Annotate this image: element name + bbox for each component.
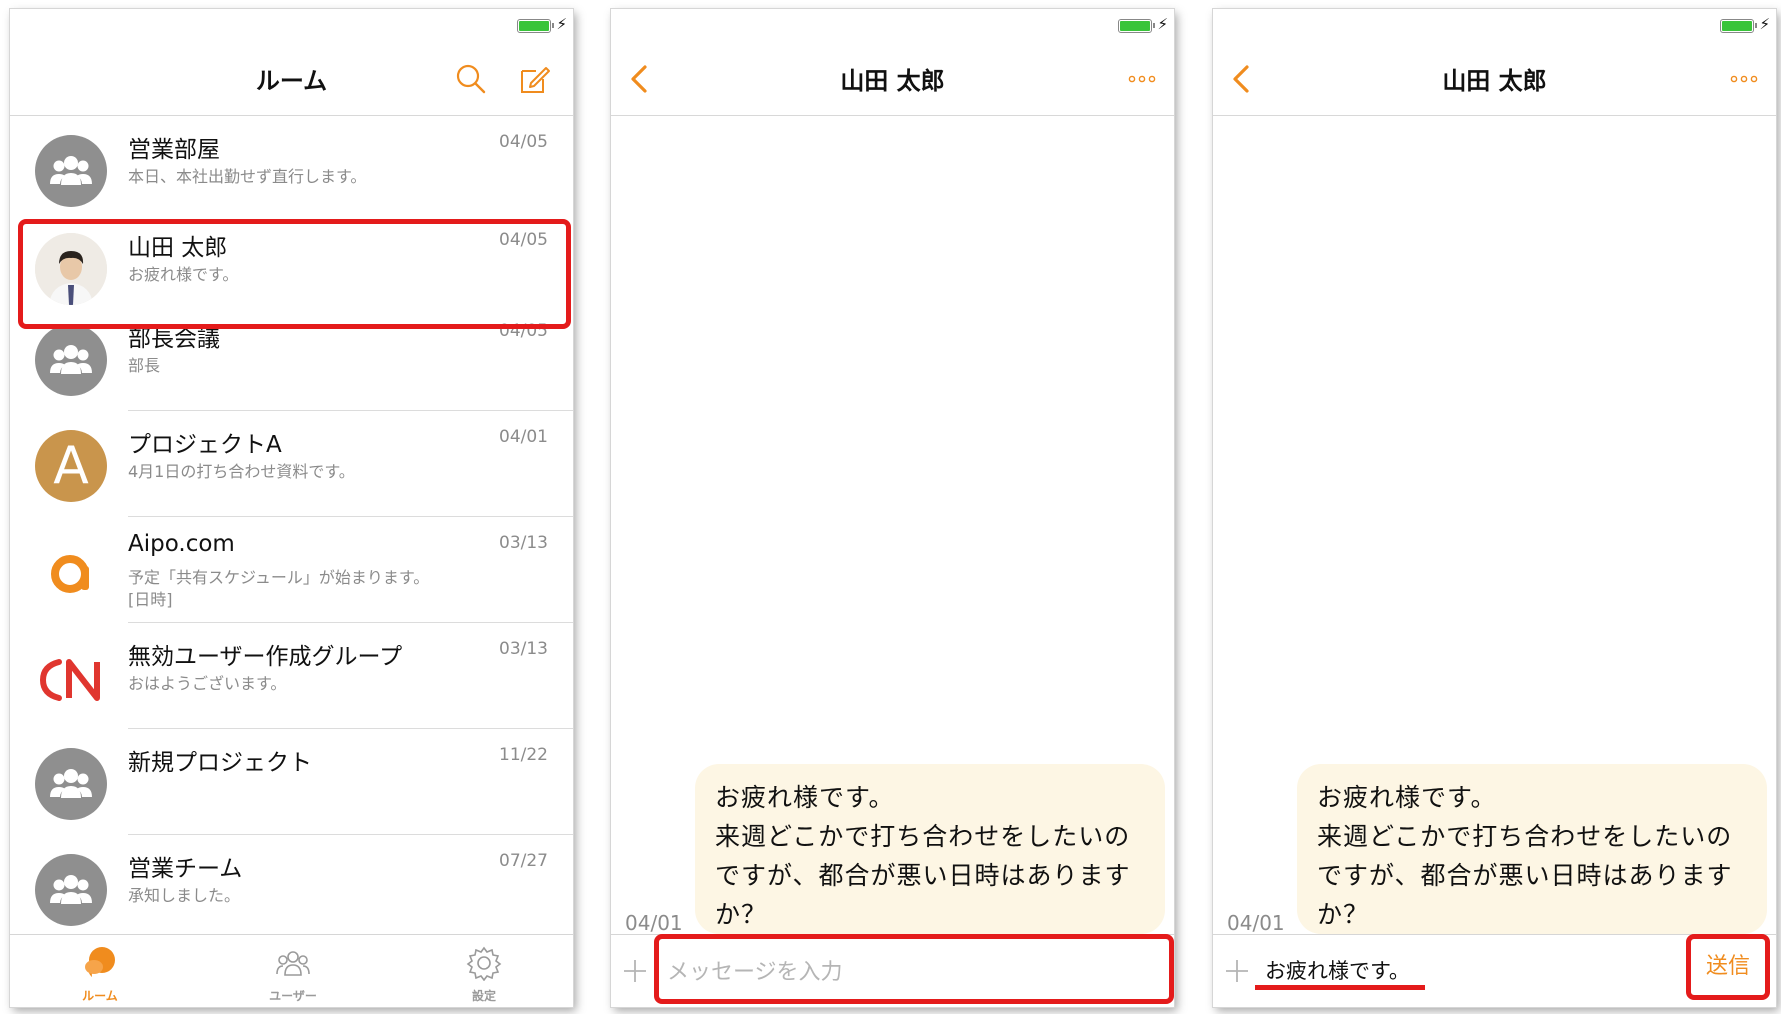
room-name: 営業チーム	[128, 856, 243, 882]
group-logo-icon	[35, 642, 107, 714]
room-preview: 予定「共有スケジュール」が始まります。 [日時]	[128, 568, 430, 609]
room-item-aipo[interactable]: Aipo.com 予定「共有スケジュール」が始まります。 [日時] 03/13	[10, 517, 573, 623]
group-icon	[35, 324, 107, 396]
users-icon	[276, 951, 310, 976]
message-line: お疲れ様です。	[715, 783, 895, 812]
chat-screen-empty: ⚡ 山田 太郎 お疲れ様です。 来週どこかで打ち合わせをしたいの ですが、都合が…	[611, 9, 1174, 1007]
nav-bar: 山田 太郎	[611, 41, 1174, 116]
message-line: か？	[1317, 900, 1370, 929]
room-name: プロジェクトA	[128, 432, 282, 458]
nav-bar: ルーム	[10, 41, 573, 116]
page-title: ルーム	[255, 67, 328, 95]
more-options-icon[interactable]	[1124, 69, 1160, 89]
message-area: お疲れ様です。 来週どこかで打ち合わせをしたいの ですが、都合が悪い日時はありま…	[611, 116, 1174, 935]
message-line: ですが、都合が悪い日時はあります	[1317, 861, 1733, 890]
send-button[interactable]: 送信	[1686, 934, 1770, 1000]
group-icon	[35, 748, 107, 820]
room-date: 04/01	[499, 427, 548, 447]
page-title: 山田 太郎	[840, 67, 945, 95]
selected-room-highlight	[18, 219, 571, 329]
room-preview: 承知しました。	[128, 886, 241, 905]
tab-bar: ルーム ユーザー 設定	[10, 934, 573, 1007]
tab-label: 設定	[471, 989, 496, 1003]
room-preview: 本日、本社出勤せず直行します。	[128, 167, 367, 186]
battery-icon	[1118, 19, 1155, 33]
room-item-project-a[interactable]: A プロジェクトA 4月1日の打ち合わせ資料です。 04/01	[10, 411, 573, 517]
input-underline-highlight	[1255, 985, 1425, 990]
compose-icon[interactable]	[519, 63, 551, 95]
message-area: お疲れ様です。 来週どこかで打ち合わせをしたいの ですが、都合が悪い日時はありま…	[1213, 116, 1776, 935]
room-name: Aipo.com	[128, 531, 235, 557]
charging-icon: ⚡	[1759, 15, 1770, 33]
input-highlight	[654, 934, 1174, 1004]
input-bar: お疲れ様です。 送信	[1213, 934, 1776, 1007]
room-date: 03/13	[499, 639, 548, 659]
room-date: 11/22	[499, 745, 548, 765]
message-line: 来週どこかで打ち合わせをしたいの	[1317, 822, 1733, 851]
tab-rooms[interactable]: ルーム	[40, 935, 160, 1007]
message-date: 04/01	[625, 911, 683, 935]
charging-icon: ⚡	[1157, 15, 1168, 33]
message-bubble: お疲れ様です。 来週どこかで打ち合わせをしたいの ですが、都合が悪い日時はありま…	[695, 764, 1165, 934]
status-bar: ⚡	[611, 9, 1174, 41]
page-title: 山田 太郎	[1442, 67, 1547, 95]
message-input[interactable]: お疲れ様です。	[1265, 955, 1410, 985]
room-preview: おはようございます。	[128, 674, 287, 693]
more-options-icon[interactable]	[1726, 69, 1762, 89]
tab-label: ユーザー	[269, 989, 317, 1003]
room-item-mukou-group[interactable]: 無効ユーザー作成グループ おはようございます。 03/13	[10, 623, 573, 729]
message-bubble: お疲れ様です。 来週どこかで打ち合わせをしたいの ですが、都合が悪い日時はありま…	[1297, 764, 1767, 934]
gear-icon	[466, 946, 502, 981]
charging-icon: ⚡	[556, 15, 567, 33]
group-icon	[35, 854, 107, 926]
room-preview: 部長	[128, 356, 161, 375]
room-preview: 4月1日の打ち合わせ資料です。	[128, 462, 355, 481]
letter-avatar: A	[35, 430, 107, 502]
room-list-screen: ⚡ ルーム 営業部屋 本日、本社出勤せず直行します。 04/05 山田 太郎 お…	[10, 9, 573, 1007]
tab-settings[interactable]: 設定	[424, 935, 544, 1007]
room-date: 04/05	[499, 132, 548, 152]
input-bar	[611, 934, 1174, 1007]
status-bar: ⚡	[1213, 9, 1776, 41]
message-line: お疲れ様です。	[1317, 783, 1497, 812]
room-item-eigyo-heya[interactable]: 営業部屋 本日、本社出勤せず直行します。 04/05	[10, 116, 573, 222]
room-date: 03/13	[499, 533, 548, 553]
room-name: 新規プロジェクト	[128, 750, 312, 776]
battery-icon	[1720, 19, 1757, 33]
chat-bubble-icon	[85, 947, 115, 977]
tab-label: ルーム	[82, 989, 118, 1003]
plus-icon[interactable]	[621, 957, 649, 985]
room-name: 無効ユーザー作成グループ	[128, 644, 403, 670]
status-bar: ⚡	[10, 9, 573, 41]
plus-icon[interactable]	[1223, 957, 1251, 985]
message-line: ですが、都合が悪い日時はあります	[715, 861, 1131, 890]
message-line: か？	[715, 900, 768, 929]
battery-icon	[517, 19, 554, 33]
search-icon[interactable]	[455, 63, 487, 95]
room-item-shinki-project[interactable]: 新規プロジェクト 11/22	[10, 729, 573, 835]
aipo-logo-icon	[35, 536, 107, 608]
chat-screen-typed: ⚡ 山田 太郎 お疲れ様です。 来週どこかで打ち合わせをしたいの ですが、都合が…	[1213, 9, 1776, 1007]
tab-users[interactable]: ユーザー	[233, 935, 353, 1007]
message-line: 来週どこかで打ち合わせをしたいの	[715, 822, 1131, 851]
nav-bar: 山田 太郎	[1213, 41, 1776, 116]
room-name: 営業部屋	[128, 137, 220, 163]
group-icon	[35, 135, 107, 207]
room-date: 07/27	[499, 851, 548, 871]
room-item-eigyo-team[interactable]: 営業チーム 承知しました。 07/27	[10, 835, 573, 941]
message-date: 04/01	[1227, 911, 1285, 935]
